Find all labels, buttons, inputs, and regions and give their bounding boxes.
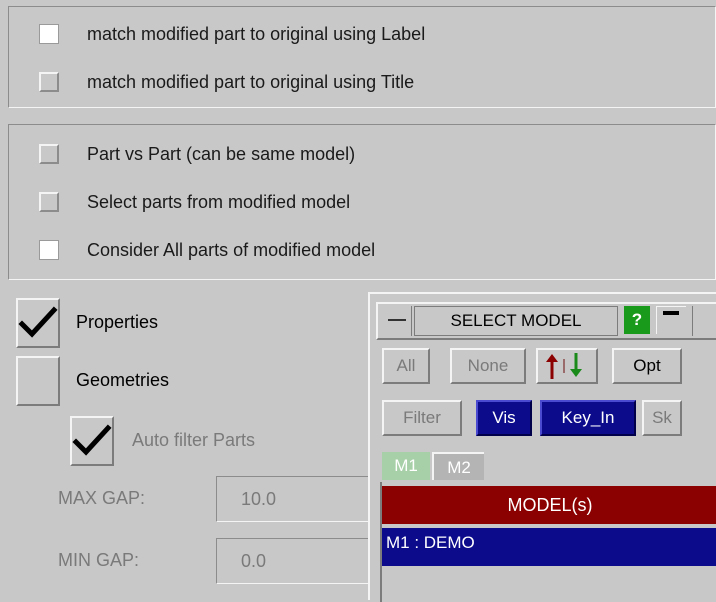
min-gap-input[interactable]: 0.0 — [216, 538, 372, 584]
match-by-title-option[interactable]: match modified part to original using Ti… — [39, 67, 414, 97]
collapse-button[interactable] — [656, 306, 686, 334]
checkmark-icon — [72, 424, 112, 456]
select-parts-checkbox[interactable] — [39, 192, 59, 212]
checkmark-icon — [18, 306, 58, 338]
auto-filter-label: Auto filter Parts — [132, 430, 256, 450]
match-by-label-option[interactable]: match modified part to original using La… — [39, 19, 425, 49]
model-list-header: MODEL(s) — [382, 486, 716, 524]
select-model-titlebar: SELECT MODEL ? — [376, 302, 716, 340]
opt-button[interactable]: Opt — [612, 348, 682, 384]
match-by-title-text: match modified part to original using Ti… — [87, 71, 415, 92]
part-options-panel: Part vs Part (can be same model) Select … — [8, 124, 716, 280]
key-in-button[interactable]: Key_In — [540, 400, 636, 436]
model-list: MODEL(s) M1 : DEMO — [380, 482, 716, 602]
sort-button[interactable] — [536, 348, 598, 384]
auto-filter-toggle[interactable] — [70, 416, 114, 466]
minimize-icon — [388, 319, 406, 321]
tab-m1[interactable]: M1 — [382, 452, 430, 480]
match-by-title-checkbox[interactable] — [39, 72, 59, 92]
properties-toggle[interactable] — [16, 298, 60, 348]
select-model-title-box: SELECT MODEL — [414, 306, 618, 336]
select-model-title: SELECT MODEL — [450, 311, 582, 330]
vis-button[interactable]: Vis — [476, 400, 532, 436]
consider-all-parts-text: Consider All parts of modified model — [87, 239, 376, 260]
consider-all-parts-checkbox[interactable] — [39, 240, 59, 260]
sketch-button[interactable]: Sk — [642, 400, 682, 436]
collapse-icon — [663, 311, 679, 315]
consider-all-parts-option[interactable]: Consider All parts of modified model — [39, 235, 375, 265]
maximize-button[interactable] — [692, 306, 716, 336]
max-gap-label: MAX GAP: — [58, 488, 146, 508]
properties-label: Properties — [76, 312, 159, 332]
tab-m2[interactable]: M2 — [432, 452, 484, 480]
select-parts-option[interactable]: Select parts from modified model — [39, 187, 350, 217]
help-button[interactable]: ? — [624, 306, 650, 334]
match-by-label-checkbox[interactable] — [39, 24, 59, 44]
geometries-label: Geometries — [76, 370, 170, 390]
geometries-toggle[interactable] — [16, 356, 60, 406]
part-vs-part-text: Part vs Part (can be same model) — [87, 143, 356, 164]
select-model-panel: SELECT MODEL ? All None Opt Filter Vis K… — [368, 292, 716, 602]
part-vs-part-option[interactable]: Part vs Part (can be same model) — [39, 139, 355, 169]
filter-button[interactable]: Filter — [382, 400, 462, 436]
min-gap-label: MIN GAP: — [58, 550, 140, 570]
all-button[interactable]: All — [382, 348, 430, 384]
max-gap-input[interactable]: 10.0 — [216, 476, 372, 522]
model-list-item[interactable]: M1 : DEMO — [382, 528, 716, 566]
match-by-label-text: match modified part to original using La… — [87, 23, 426, 44]
none-button[interactable]: None — [450, 348, 526, 384]
part-vs-part-checkbox[interactable] — [39, 144, 59, 164]
minimize-button[interactable] — [382, 306, 412, 336]
match-options-panel: match modified part to original using La… — [8, 6, 716, 108]
sort-arrows-icon — [546, 353, 582, 379]
select-parts-text: Select parts from modified model — [87, 191, 351, 212]
